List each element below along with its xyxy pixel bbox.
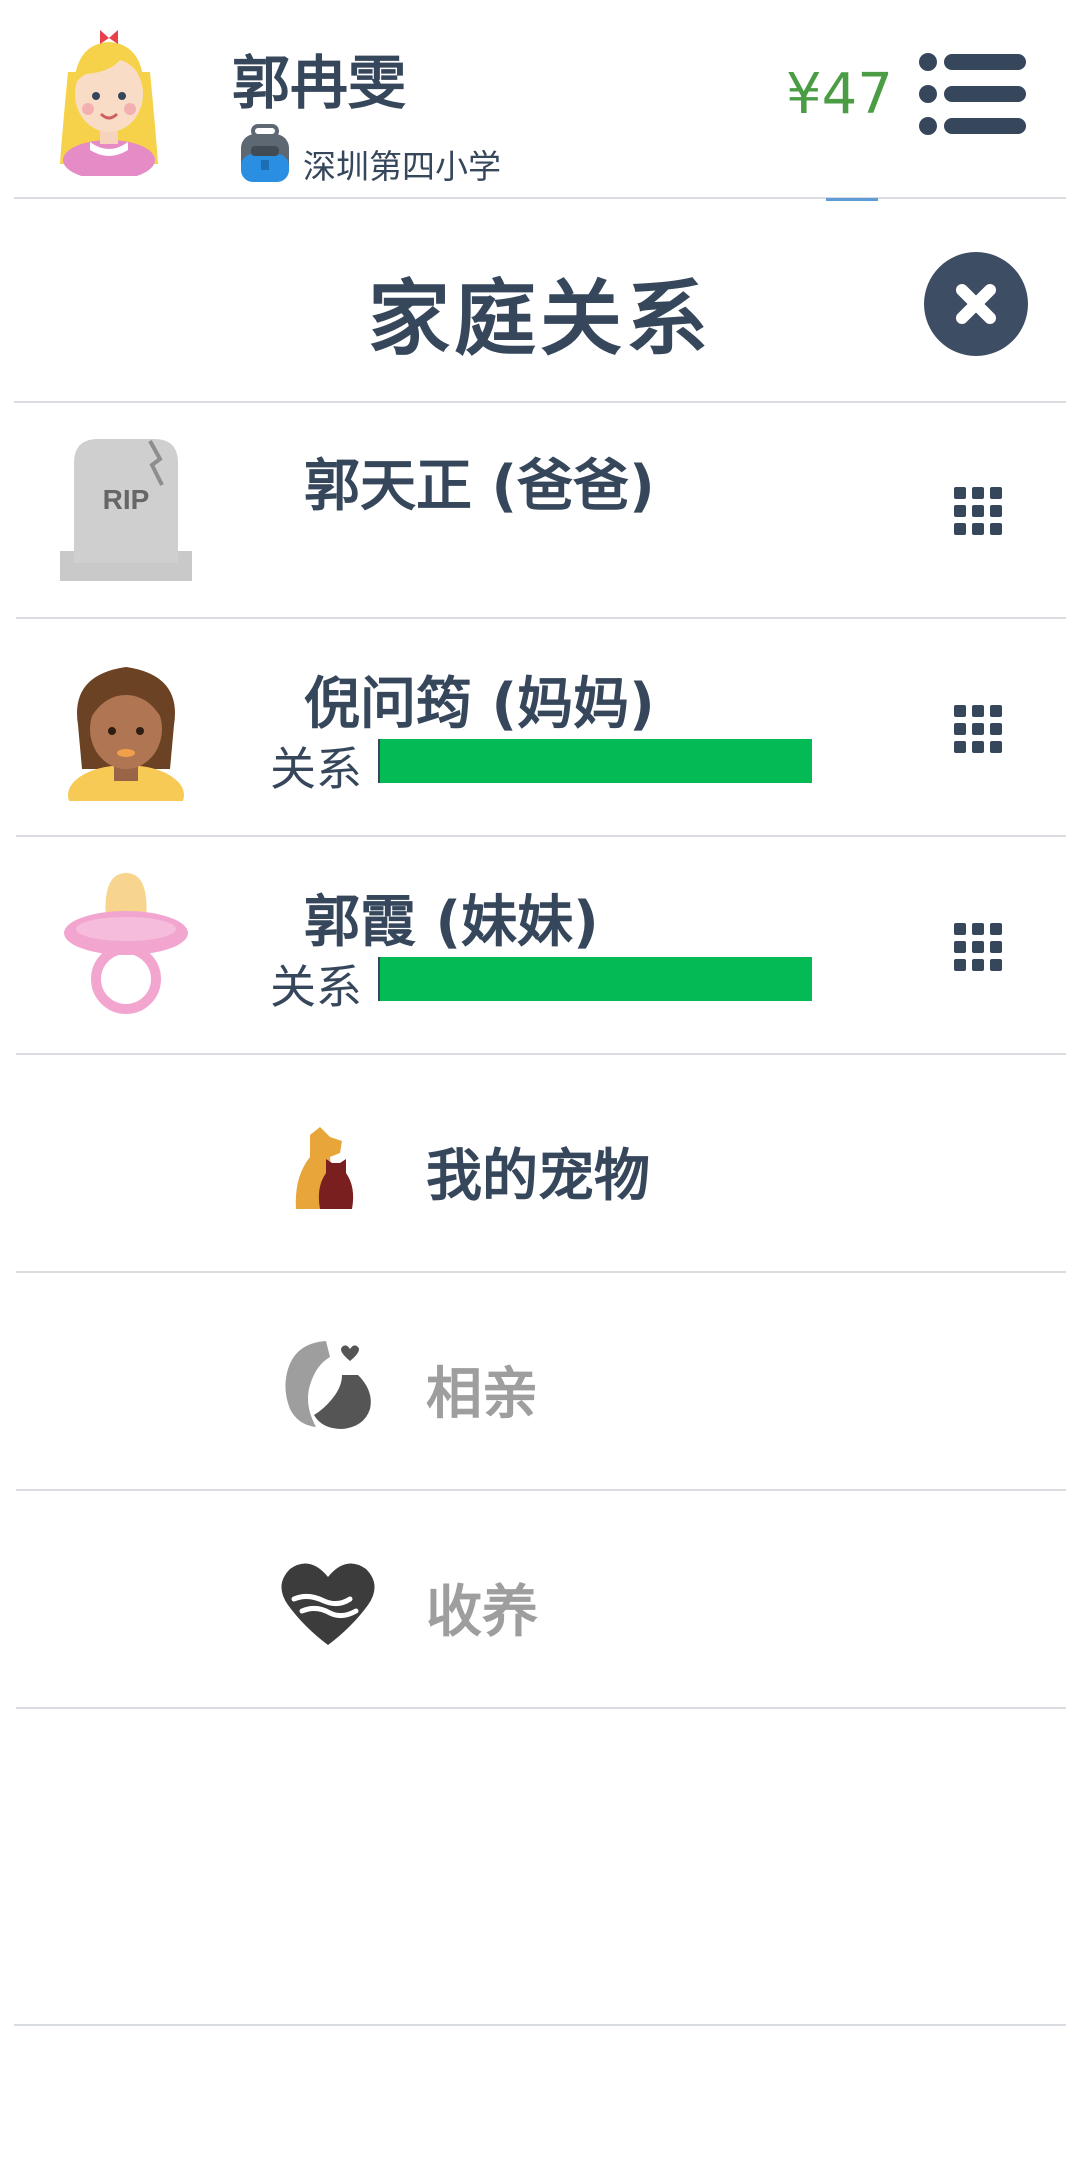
relation-label: 关系 bbox=[270, 742, 362, 796]
family-row-mother[interactable]: 倪问筠 (妈妈) 关系 bbox=[16, 621, 1066, 837]
relation-progress-fill bbox=[380, 739, 812, 783]
adopt-label: 收养 bbox=[426, 1580, 538, 1645]
school-name: 深圳第四小学 bbox=[303, 147, 501, 186]
grid-menu-icon[interactable] bbox=[950, 701, 1006, 757]
blind-date-label: 相亲 bbox=[426, 1362, 538, 1427]
tombstone-text: RIP bbox=[103, 484, 150, 515]
profile-name: 郭冉雯 bbox=[232, 49, 407, 117]
grid-menu-icon[interactable] bbox=[950, 483, 1006, 539]
relation-progress-fill bbox=[380, 957, 812, 1001]
bottom-divider bbox=[14, 2024, 1066, 2026]
header-divider bbox=[14, 197, 1066, 199]
pacifier-icon bbox=[64, 873, 188, 1014]
money-balance: ¥47 bbox=[786, 62, 893, 127]
family-member-name: 郭霞 (妹妹) bbox=[304, 890, 599, 955]
page-title: 家庭关系 bbox=[367, 272, 712, 367]
adoption-icon bbox=[281, 1563, 375, 1645]
menu-list-icon[interactable] bbox=[918, 52, 1028, 136]
my-pets-button[interactable]: 我的宠物 bbox=[16, 1057, 1066, 1273]
school-backpack-icon bbox=[241, 124, 289, 182]
family-member-name: 倪问筠 (妈妈) bbox=[304, 672, 655, 737]
tombstone-icon: RIP bbox=[60, 439, 192, 581]
family-member-name: 郭天正 (爸爸) bbox=[304, 454, 655, 519]
pets-icon bbox=[295, 1127, 354, 1209]
mother-avatar-icon bbox=[68, 667, 184, 801]
relation-label: 关系 bbox=[270, 960, 362, 1014]
profile-header: 郭冉雯 深圳第四小学 ¥47 bbox=[0, 0, 1080, 198]
girl-avatar-icon[interactable] bbox=[50, 14, 168, 176]
close-button[interactable] bbox=[924, 252, 1028, 356]
my-pets-label: 我的宠物 bbox=[426, 1144, 650, 1209]
close-icon bbox=[956, 284, 996, 324]
blind-date-button[interactable]: 相亲 bbox=[16, 1275, 1066, 1491]
family-row-sister[interactable]: 郭霞 (妹妹) 关系 bbox=[16, 839, 1066, 1055]
relation-progress-bar bbox=[378, 957, 812, 1001]
family-row-father[interactable]: RIP 郭天正 (爸爸) bbox=[16, 403, 1066, 619]
grid-menu-icon[interactable] bbox=[950, 919, 1006, 975]
dating-icon bbox=[285, 1341, 371, 1429]
relation-progress-bar bbox=[378, 739, 812, 783]
page-title-bar: 家庭关系 bbox=[0, 200, 1080, 402]
adopt-button[interactable]: 收养 bbox=[16, 1493, 1066, 1709]
